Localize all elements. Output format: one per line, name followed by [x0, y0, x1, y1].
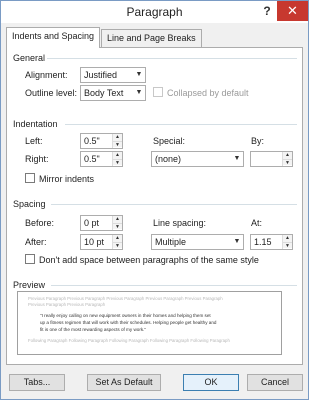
collapsed-by-default-label: Collapsed by default: [167, 88, 249, 98]
spacing-after-value: 10 pt: [84, 237, 105, 247]
chevron-down-icon: ▼: [230, 235, 243, 249]
by-spinner[interactable]: ▲ ▼: [250, 151, 293, 167]
by-spin-buttons[interactable]: ▲ ▼: [282, 152, 292, 166]
at-spin-buttons[interactable]: ▲ ▼: [282, 235, 292, 249]
by-label: By:: [251, 136, 265, 146]
preview-sample-text: "I really enjoy calling on new equipment…: [40, 313, 211, 318]
chevron-down-icon: ▼: [132, 86, 145, 100]
spin-up-icon[interactable]: ▲: [113, 216, 122, 223]
special-dropdown[interactable]: (none) ▼: [151, 151, 244, 167]
spin-down-icon[interactable]: ▼: [283, 159, 292, 166]
indent-right-value: 0.5": [84, 154, 100, 164]
spacing-divider: [51, 204, 297, 205]
paragraph-dialog: Paragraph ? ✕ Indents and Spacing Line a…: [0, 0, 309, 400]
tabs-button[interactable]: Tabs...: [9, 374, 65, 391]
spacing-before-spinner[interactable]: 0 pt ▲ ▼: [80, 215, 123, 231]
preview-sample-text: up a fitness regimen that will work with…: [40, 320, 217, 325]
preview-box: Previous Paragraph Previous Paragraph Pr…: [17, 291, 282, 355]
collapsed-by-default-checkbox[interactable]: [153, 87, 163, 97]
special-value: (none): [155, 154, 182, 164]
indentation-divider: [65, 124, 297, 125]
dialog-content: Indents and Spacing Line and Page Breaks…: [1, 23, 308, 399]
spin-up-icon[interactable]: ▲: [113, 152, 122, 159]
tab-indents-and-spacing-label: Indents and Spacing: [12, 31, 95, 41]
mirror-indents-label: Mirror indents: [39, 174, 95, 184]
close-button[interactable]: ✕: [277, 1, 308, 21]
at-value: 1.15: [254, 237, 272, 247]
spin-down-icon[interactable]: ▼: [113, 141, 122, 148]
spin-up-icon[interactable]: ▲: [113, 235, 122, 242]
spin-down-icon[interactable]: ▼: [283, 242, 292, 249]
line-spacing-label: Line spacing:: [153, 218, 207, 228]
line-spacing-dropdown[interactable]: Multiple ▼: [151, 234, 244, 250]
cancel-button[interactable]: Cancel: [247, 374, 303, 391]
spacing-before-value: 0 pt: [84, 218, 100, 228]
alignment-dropdown[interactable]: Justified ▼: [80, 67, 146, 83]
tab-line-and-page-breaks-label: Line and Page Breaks: [107, 33, 196, 43]
general-heading: General: [13, 53, 46, 63]
spin-up-icon[interactable]: ▲: [283, 235, 292, 242]
spin-down-icon[interactable]: ▼: [113, 159, 122, 166]
chevron-down-icon: ▼: [132, 68, 145, 82]
dont-add-space-checkbox[interactable]: [25, 254, 35, 264]
indent-right-spinner[interactable]: 0.5" ▲ ▼: [80, 151, 123, 167]
preview-sample-text: fit is one of the most rewarding aspects…: [40, 327, 147, 332]
general-divider: [47, 58, 297, 59]
preview-heading: Preview: [13, 280, 46, 290]
spacing-before-spin-buttons[interactable]: ▲ ▼: [112, 216, 122, 230]
preview-previous-paragraph: Previous Paragraph Previous Paragraph Pr…: [28, 296, 223, 301]
indent-right-spin-buttons[interactable]: ▲ ▼: [112, 152, 122, 166]
help-button[interactable]: ?: [259, 3, 275, 19]
title-bar: Paragraph ? ✕: [1, 1, 308, 23]
outline-level-value: Body Text: [84, 88, 124, 98]
spacing-heading: Spacing: [13, 199, 46, 209]
chevron-down-icon: ▼: [230, 152, 243, 166]
mirror-indents-checkbox[interactable]: [25, 173, 35, 183]
spin-down-icon[interactable]: ▼: [113, 242, 122, 249]
alignment-value: Justified: [84, 70, 118, 80]
indentation-heading: Indentation: [13, 119, 58, 129]
spacing-after-spinner[interactable]: 10 pt ▲ ▼: [80, 234, 123, 250]
indent-left-spinner[interactable]: 0.5" ▲ ▼: [80, 133, 123, 149]
outline-level-label: Outline level:: [25, 88, 78, 98]
alignment-label: Alignment:: [25, 70, 68, 80]
spacing-after-label: After:: [25, 237, 47, 247]
indent-left-spin-buttons[interactable]: ▲ ▼: [112, 134, 122, 148]
spin-down-icon[interactable]: ▼: [113, 223, 122, 230]
at-label: At:: [251, 218, 263, 228]
line-spacing-value: Multiple: [155, 237, 187, 247]
dont-add-space-label: Don't add space between paragraphs of th…: [39, 255, 259, 265]
spacing-after-spin-buttons[interactable]: ▲ ▼: [112, 235, 122, 249]
spacing-before-label: Before:: [25, 218, 55, 228]
indent-right-label: Right:: [25, 154, 49, 164]
special-label: Special:: [153, 136, 186, 146]
spin-up-icon[interactable]: ▲: [113, 134, 122, 141]
spin-up-icon[interactable]: ▲: [283, 152, 292, 159]
at-spinner[interactable]: 1.15 ▲ ▼: [250, 234, 293, 250]
indent-left-label: Left:: [25, 136, 43, 146]
tab-indents-and-spacing[interactable]: Indents and Spacing: [6, 27, 101, 48]
preview-following-paragraph: Following Paragraph Following Paragraph …: [28, 338, 230, 343]
preview-divider: [51, 285, 297, 286]
ok-button[interactable]: OK: [183, 374, 239, 391]
outline-level-dropdown[interactable]: Body Text ▼: [80, 85, 146, 101]
preview-previous-paragraph: Previous Paragraph Previous Paragraph: [28, 302, 106, 307]
set-as-default-button[interactable]: Set As Default: [87, 374, 161, 391]
indent-left-value: 0.5": [84, 136, 100, 146]
tab-line-and-page-breaks[interactable]: Line and Page Breaks: [101, 29, 202, 47]
